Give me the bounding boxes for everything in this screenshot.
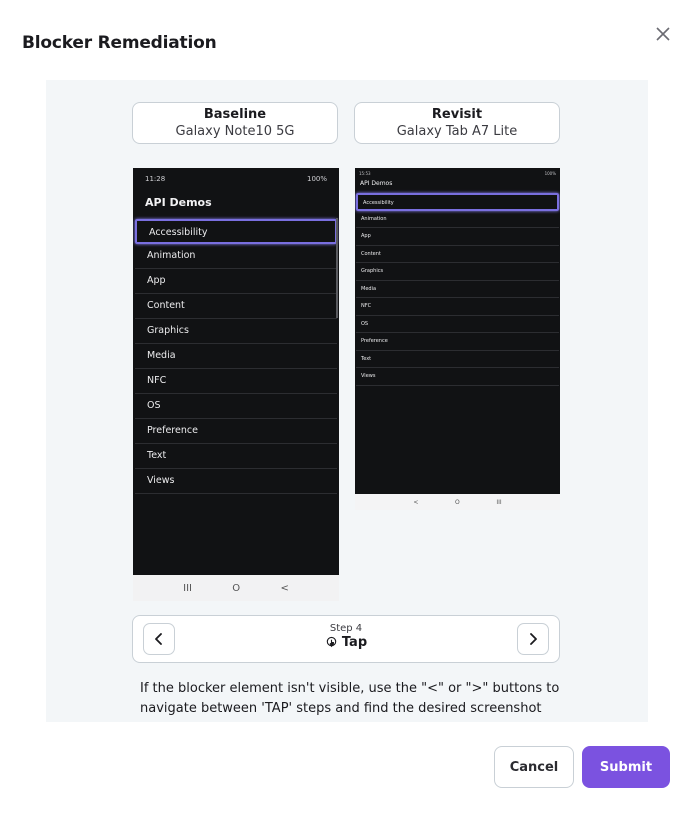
status-bar: 11:28 100% <box>133 168 339 190</box>
cancel-button[interactable]: Cancel <box>494 746 574 788</box>
status-bar: 15:53 100% <box>355 168 560 178</box>
list-item: OS <box>356 316 559 333</box>
list-item: Text <box>356 351 559 368</box>
back-icon: < <box>413 498 419 506</box>
list-item: Text <box>135 444 337 469</box>
list-item: Graphics <box>356 263 559 281</box>
list-item: NFC <box>135 369 337 394</box>
status-time: 15:53 <box>359 170 371 176</box>
status-battery: 100% <box>544 170 556 176</box>
step-info: Step 4 Tap <box>133 623 559 653</box>
home-icon: O <box>232 582 241 594</box>
revisit-label: Revisit <box>431 107 483 122</box>
content-panel: Baseline Galaxy Note10 5G Revisit Galaxy… <box>46 80 648 722</box>
list-item: Animation <box>356 211 559 228</box>
chevron-right-icon <box>530 633 537 645</box>
submit-button[interactable]: Submit <box>582 746 670 788</box>
next-step-button[interactable] <box>517 623 549 655</box>
modal-title: Blocker Remediation <box>22 33 217 53</box>
nav-bar: < O III <box>355 494 560 510</box>
list-item: App <box>135 269 337 294</box>
status-time: 11:28 <box>145 175 166 183</box>
list-item: OS <box>135 394 337 419</box>
list-item: App <box>356 228 559 246</box>
step-action-label: Tap <box>341 635 368 650</box>
list-item: Media <box>356 281 559 298</box>
list-item: Animation <box>135 244 337 269</box>
list-item: Accessibility <box>356 193 559 211</box>
help-text: If the blocker element isn't visible, us… <box>140 681 560 722</box>
tap-icon <box>326 636 337 648</box>
list-item: Accessibility <box>135 219 337 244</box>
list-item: Content <box>356 246 559 263</box>
baseline-card: Baseline Galaxy Note10 5G <box>132 102 338 144</box>
list-item: Media <box>135 344 337 369</box>
status-battery: 100% <box>306 175 327 183</box>
list-item: Content <box>135 294 337 319</box>
home-icon: O <box>454 498 460 506</box>
step-label: Step 4 <box>329 623 363 634</box>
list-item: NFC <box>356 298 559 316</box>
step-action: Tap <box>325 635 367 650</box>
baseline-screenshot: 11:28 100% API Demos Accessibility Anima… <box>133 168 339 601</box>
app-title: API Demos <box>145 196 212 209</box>
revisit-screenshot: 15:53 100% API Demos Accessibility Anima… <box>355 168 560 510</box>
list-item: Preference <box>356 333 559 351</box>
list-item: Views <box>135 469 337 494</box>
revisit-card: Revisit Galaxy Tab A7 Lite <box>354 102 560 144</box>
list-item: Graphics <box>135 319 337 344</box>
baseline-label: Baseline <box>203 107 267 122</box>
list-item: Views <box>356 368 559 386</box>
list-item: Preference <box>135 419 337 444</box>
scrollbar <box>336 218 338 318</box>
close-icon[interactable] <box>653 24 673 44</box>
nav-bar: III O < <box>133 575 339 601</box>
back-icon: < <box>280 582 289 594</box>
app-title: API Demos <box>360 180 393 187</box>
recents-icon: III <box>183 582 192 594</box>
recents-icon: III <box>496 498 502 506</box>
baseline-device: Galaxy Note10 5G <box>175 124 295 139</box>
revisit-device: Galaxy Tab A7 Lite <box>396 124 518 139</box>
step-navigator: Step 4 Tap <box>132 615 560 663</box>
